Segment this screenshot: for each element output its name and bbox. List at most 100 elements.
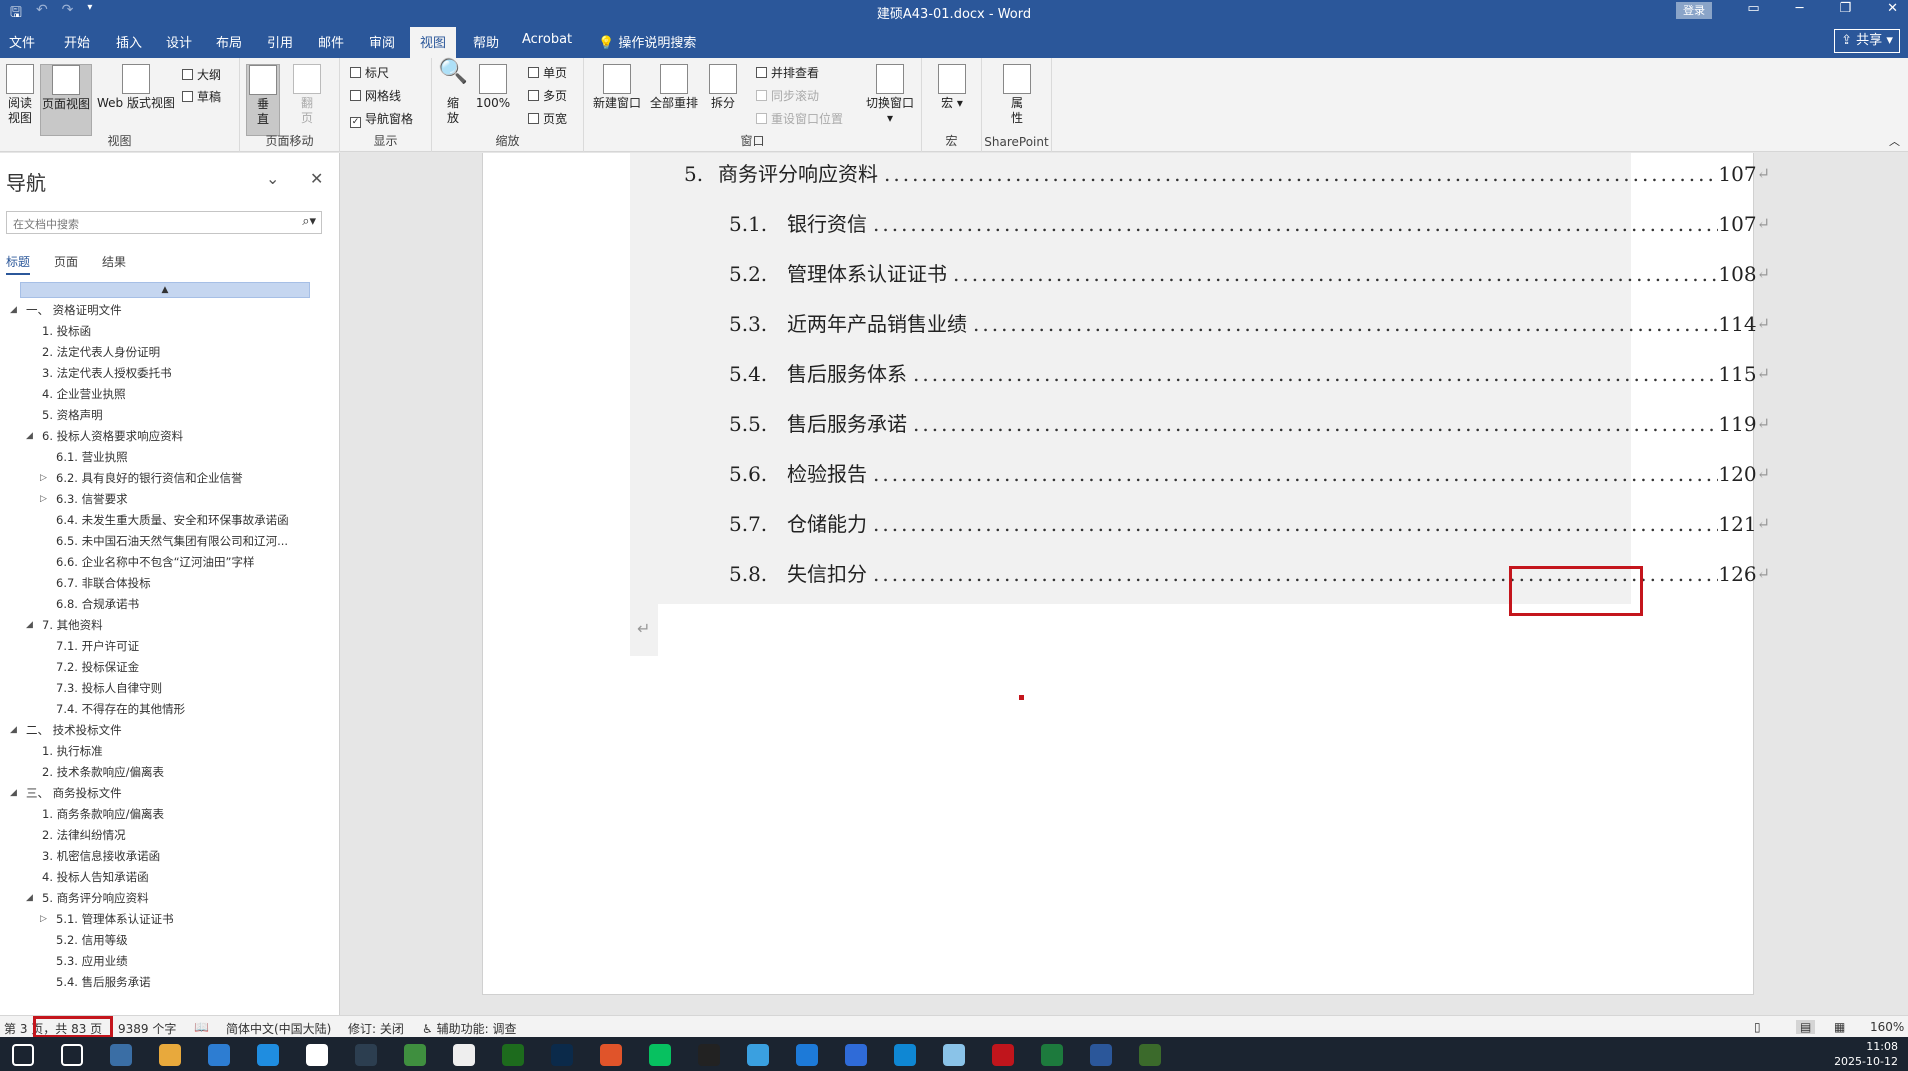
proofing-icon[interactable]: 📖 <box>194 1020 209 1034</box>
clock[interactable]: 11:08 2025-10-12 <box>1834 1039 1898 1069</box>
collapse-ribbon-icon[interactable]: ︿ <box>1889 133 1900 149</box>
track-changes-status[interactable]: 修订: 关闭 <box>348 1020 404 1037</box>
collapse-triangle-icon[interactable]: ◢ <box>10 783 17 804</box>
nav-heading-item[interactable]: 2. 法律纠纷情况 <box>0 825 338 846</box>
split-button[interactable]: 拆分 <box>706 64 740 111</box>
nav-heading-item[interactable]: 1. 投标函 <box>0 321 338 342</box>
language[interactable]: 简体中文(中国大陆) <box>226 1020 331 1037</box>
nav-heading-item[interactable]: 3. 法定代表人授权委托书 <box>0 363 338 384</box>
web-layout-button[interactable]: Web 版式视图 <box>94 64 178 111</box>
vertical-button[interactable]: 垂 直 <box>246 64 280 136</box>
close-icon[interactable]: ✕ <box>1887 1 1898 16</box>
tab-acrobat[interactable]: Acrobat <box>522 32 572 47</box>
nav-heading-item[interactable]: 2. 技术条款响应/偏离表 <box>0 762 338 783</box>
toc-entry[interactable]: 5. 商务评分响应资料..............................… <box>684 157 1770 191</box>
sync-scroll-button[interactable]: 同步滚动 <box>756 87 819 104</box>
web-layout-view-icon[interactable]: ▦ <box>1834 1020 1845 1034</box>
toc-entry[interactable]: 5.7. 仓储能力................................… <box>729 507 1770 541</box>
app-icon[interactable] <box>306 1044 328 1066</box>
edge-icon[interactable] <box>894 1044 916 1066</box>
nav-heading-item[interactable]: ▷ 6.2. 具有良好的银行资信和企业信誉 <box>0 468 338 489</box>
app-icon[interactable] <box>355 1044 377 1066</box>
zoom-100-button[interactable]: 100% <box>474 64 512 111</box>
toc-entry[interactable]: 5.3. 近两年产品销售业绩...........................… <box>729 307 1770 341</box>
nav-tab-results[interactable]: 结果 <box>102 253 126 275</box>
draft-button[interactable]: 草稿 <box>182 88 221 105</box>
calculator-icon[interactable] <box>110 1044 132 1066</box>
tab-home[interactable]: 开始 <box>64 32 90 51</box>
app-icon[interactable] <box>747 1044 769 1066</box>
tab-design[interactable]: 设计 <box>166 32 192 51</box>
side-to-side-button[interactable]: 翻 页 <box>290 64 324 126</box>
new-window-button[interactable]: 新建窗口 <box>592 64 642 111</box>
print-layout-view-icon[interactable]: ▤ <box>1796 1020 1816 1034</box>
toc-entry[interactable]: 5.2. 管理体系认证证书............................… <box>729 257 1770 291</box>
nav-heading-item[interactable]: ▷ 6.3. 信誉要求 <box>0 489 338 510</box>
app-icon[interactable] <box>943 1044 965 1066</box>
tab-view[interactable]: 视图 <box>410 27 457 58</box>
nav-heading-item[interactable]: 5.3. 应用业绩 <box>0 951 338 972</box>
nav-tab-headings[interactable]: 标题 <box>6 253 31 275</box>
nav-heading-item[interactable]: 7.2. 投标保证金 <box>0 657 338 678</box>
collapse-triangle-icon[interactable]: ◢ <box>10 300 17 321</box>
search-icon[interactable] <box>61 1044 83 1066</box>
accessibility-status[interactable]: ♿ 辅助功能: 调查 <box>422 1020 516 1037</box>
gridlines-checkbox[interactable]: 网格线 <box>350 87 401 104</box>
search-icon[interactable]: ⌕▾ <box>302 214 316 229</box>
share-button[interactable]: ⇪ 共享 ▾ <box>1834 29 1900 53</box>
nav-heading-item[interactable]: ◢ 6. 投标人资格要求响应资料 <box>0 426 338 447</box>
tab-layout[interactable]: 布局 <box>216 32 242 51</box>
nav-heading-item[interactable]: 6.7. 非联合体投标 <box>0 573 338 594</box>
app-icon[interactable] <box>502 1044 524 1066</box>
arrange-all-button[interactable]: 全部重排 <box>648 64 700 111</box>
toc-entry[interactable]: 5.1. 银行资信................................… <box>729 207 1770 241</box>
nav-heading-item[interactable]: ▷ 5.1. 管理体系认证证书 <box>0 909 338 930</box>
nav-pane-checkbox[interactable]: ✓ 导航窗格 <box>350 110 413 128</box>
store-icon[interactable] <box>257 1044 279 1066</box>
collapse-triangle-icon[interactable]: ◢ <box>10 720 17 741</box>
login-button[interactable]: 登录 <box>1676 2 1712 19</box>
toc-entry[interactable]: 5.6. 检验报告................................… <box>729 457 1770 491</box>
scroll-to-top-button[interactable]: ▲ <box>20 282 310 298</box>
nav-heading-item[interactable]: 1. 执行标准 <box>0 741 338 762</box>
nav-heading-item[interactable]: 4. 投标人告知承诺函 <box>0 867 338 888</box>
app-icon[interactable] <box>1139 1044 1161 1066</box>
chevron-down-icon[interactable]: ⌄ <box>266 169 279 188</box>
app-icon[interactable] <box>404 1044 426 1066</box>
toc-entry[interactable]: 5.4. 售后服务体系..............................… <box>729 357 1770 391</box>
nav-heading-item[interactable]: 4. 企业营业执照 <box>0 384 338 405</box>
tab-review[interactable]: 审阅 <box>369 32 395 51</box>
nav-tab-pages[interactable]: 页面 <box>54 253 78 275</box>
outline-button[interactable]: 大纲 <box>182 66 221 83</box>
read-mode-button[interactable]: 阅读 视图 <box>2 64 38 126</box>
multiple-pages-button[interactable]: 多页 <box>528 87 567 104</box>
nav-heading-item[interactable]: 6.5. 未中国石油天然气集团有限公司和辽河... <box>0 531 338 552</box>
app-icon[interactable] <box>600 1044 622 1066</box>
collapse-triangle-icon[interactable]: ◢ <box>26 888 33 909</box>
nav-heading-item[interactable]: ◢ 二、 技术投标文件 <box>0 720 338 741</box>
nav-heading-item[interactable]: 6.4. 未发生重大质量、安全和环保事故承诺函 <box>0 510 338 531</box>
nav-heading-item[interactable]: 1. 商务条款响应/偏离表 <box>0 804 338 825</box>
nav-heading-item[interactable]: 3. 机密信息接收承诺函 <box>0 846 338 867</box>
word-count[interactable]: 9389 个字 <box>118 1020 176 1037</box>
reset-window-position-button[interactable]: 重设窗口位置 <box>756 110 843 127</box>
tab-file[interactable]: 文件 <box>9 32 35 51</box>
one-page-button[interactable]: 单页 <box>528 64 567 81</box>
page-width-button[interactable]: 页宽 <box>528 110 567 127</box>
nav-heading-item[interactable]: 7.4. 不得存在的其他情形 <box>0 699 338 720</box>
restore-icon[interactable]: ❐ <box>1839 1 1851 16</box>
tell-me-search[interactable]: 💡 操作说明搜索 <box>598 32 696 51</box>
ribbon-display-icon[interactable]: ▭ <box>1747 1 1759 16</box>
nav-heading-item[interactable]: 7.3. 投标人自律守则 <box>0 678 338 699</box>
expand-triangle-icon[interactable]: ▷ <box>40 909 47 930</box>
excel-icon[interactable] <box>1041 1044 1063 1066</box>
word-icon[interactable] <box>1090 1044 1112 1066</box>
tab-help[interactable]: 帮助 <box>473 32 499 51</box>
qq-icon[interactable] <box>698 1044 720 1066</box>
document-canvas[interactable]: 5. 商务评分响应资料..............................… <box>341 153 1908 1015</box>
minimize-icon[interactable]: ─ <box>1796 1 1804 16</box>
zoom-button[interactable]: 🔍 缩 放 <box>438 59 468 126</box>
properties-button[interactable]: 属 性 <box>1000 64 1034 126</box>
collapse-triangle-icon[interactable]: ◢ <box>26 615 33 636</box>
nav-heading-item[interactable]: 5.2. 信用等级 <box>0 930 338 951</box>
